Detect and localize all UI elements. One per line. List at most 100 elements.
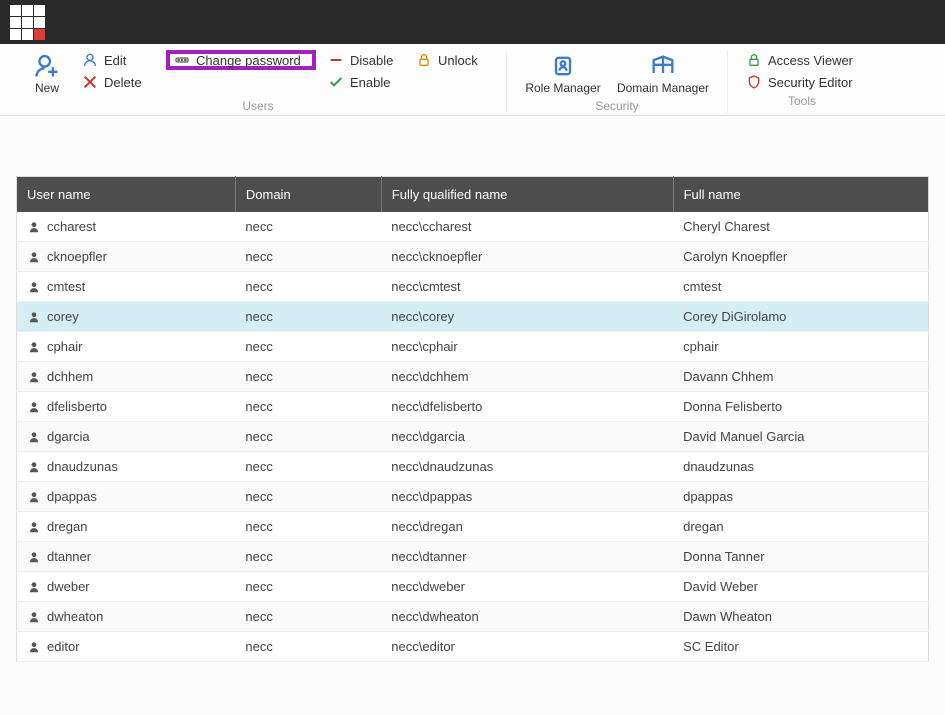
- users-table[interactable]: User name Domain Fully qualified name Fu…: [16, 176, 929, 662]
- cell-fullname: dregan: [673, 512, 928, 542]
- cell-fullname: Donna Felisberto: [673, 392, 928, 422]
- table-row[interactable]: cphairneccnecc\cphaircphair: [17, 332, 929, 362]
- cell-fqn: necc\dgarcia: [381, 422, 673, 452]
- cell-fqn: necc\dchhem: [381, 362, 673, 392]
- table-row[interactable]: dnaudzunasneccnecc\dnaudzunasdnaudzunas: [17, 452, 929, 482]
- cell-fqn: necc\dfelisberto: [381, 392, 673, 422]
- cell-fullname: dnaudzunas: [673, 452, 928, 482]
- password-icon: [174, 52, 190, 68]
- user-row-icon: [27, 370, 41, 384]
- edit-label: Edit: [104, 53, 126, 68]
- cell-username: dwheaton: [17, 602, 236, 632]
- security-editor-button[interactable]: Security Editor: [742, 72, 862, 92]
- user-row-icon: [27, 520, 41, 534]
- username-text: cknoepfler: [47, 249, 107, 264]
- cell-fqn: necc\cknoepfler: [381, 242, 673, 272]
- ribbon-group-tools-label: Tools: [738, 94, 866, 108]
- cell-username: editor: [17, 632, 236, 662]
- cell-fqn: necc\dweber: [381, 572, 673, 602]
- table-row[interactable]: dreganneccnecc\dregandregan: [17, 512, 929, 542]
- username-text: dweber: [47, 579, 90, 594]
- col-header-username[interactable]: User name: [17, 177, 236, 213]
- cell-username: cphair: [17, 332, 236, 362]
- unlock-icon: [416, 52, 432, 68]
- cell-domain: necc: [235, 242, 381, 272]
- enable-label: Enable: [350, 75, 390, 90]
- cell-username: cmtest: [17, 272, 236, 302]
- user-row-icon: [27, 280, 41, 294]
- col-header-fqn[interactable]: Fully qualified name: [381, 177, 673, 213]
- username-text: cphair: [47, 339, 82, 354]
- delete-user-button[interactable]: Delete: [78, 72, 158, 92]
- username-text: dpappas: [47, 489, 97, 504]
- user-row-icon: [27, 400, 41, 414]
- col-header-domain[interactable]: Domain: [235, 177, 381, 213]
- cell-domain: necc: [235, 632, 381, 662]
- disable-icon: [328, 52, 344, 68]
- cell-fullname: cmtest: [673, 272, 928, 302]
- domain-manager-button[interactable]: Domain Manager: [609, 50, 717, 97]
- table-row[interactable]: cmtestneccnecc\cmtestcmtest: [17, 272, 929, 302]
- username-text: dgarcia: [47, 429, 90, 444]
- cell-username: ccharest: [17, 212, 236, 242]
- cell-fullname: Corey DiGirolamo: [673, 302, 928, 332]
- edit-user-button[interactable]: Edit: [78, 50, 158, 70]
- cell-fqn: necc\cmtest: [381, 272, 673, 302]
- cell-fqn: necc\cphair: [381, 332, 673, 362]
- role-manager-button[interactable]: Role Manager: [517, 50, 609, 97]
- cell-domain: necc: [235, 452, 381, 482]
- username-text: cmtest: [47, 279, 85, 294]
- user-row-icon: [27, 310, 41, 324]
- cell-fqn: necc\dnaudzunas: [381, 452, 673, 482]
- enable-user-button[interactable]: Enable: [324, 72, 404, 92]
- table-row[interactable]: dtannerneccnecc\dtannerDonna Tanner: [17, 542, 929, 572]
- user-row-icon: [27, 610, 41, 624]
- cell-domain: necc: [235, 602, 381, 632]
- table-row[interactable]: editorneccnecc\editorSC Editor: [17, 632, 929, 662]
- role-manager-label: Role Manager: [525, 82, 600, 95]
- disable-user-button[interactable]: Disable: [324, 50, 404, 70]
- cell-fullname: Donna Tanner: [673, 542, 928, 572]
- access-viewer-button[interactable]: Access Viewer: [742, 50, 862, 70]
- app-logo-icon[interactable]: [10, 5, 45, 40]
- user-row-icon: [27, 580, 41, 594]
- col-header-fullname[interactable]: Full name: [673, 177, 928, 213]
- cell-fqn: necc\dwheaton: [381, 602, 673, 632]
- cell-domain: necc: [235, 302, 381, 332]
- table-row[interactable]: dweberneccnecc\dweberDavid Weber: [17, 572, 929, 602]
- table-row[interactable]: dpappasneccnecc\dpappasdpappas: [17, 482, 929, 512]
- cell-fullname: dpappas: [673, 482, 928, 512]
- table-row[interactable]: ccharestneccnecc\ccharestCheryl Charest: [17, 212, 929, 242]
- username-text: dnaudzunas: [47, 459, 118, 474]
- cell-fullname: Davann Chhem: [673, 362, 928, 392]
- cell-domain: necc: [235, 572, 381, 602]
- table-row[interactable]: dchhemneccnecc\dchhemDavann Chhem: [17, 362, 929, 392]
- user-row-icon: [27, 550, 41, 564]
- user-row-icon: [27, 460, 41, 474]
- cell-fullname: David Manuel Garcia: [673, 422, 928, 452]
- table-row[interactable]: coreyneccnecc\coreyCorey DiGirolamo: [17, 302, 929, 332]
- table-row[interactable]: dfelisbertoneccnecc\dfelisbertoDonna Fel…: [17, 392, 929, 422]
- cell-username: dgarcia: [17, 422, 236, 452]
- cell-domain: necc: [235, 332, 381, 362]
- cell-fullname: SC Editor: [673, 632, 928, 662]
- user-row-icon: [27, 490, 41, 504]
- cell-fqn: necc\editor: [381, 632, 673, 662]
- role-manager-icon: [549, 52, 577, 80]
- cell-fqn: necc\dregan: [381, 512, 673, 542]
- table-row[interactable]: dwheatonneccnecc\dwheatonDawn Wheaton: [17, 602, 929, 632]
- cell-fullname: Carolyn Knoepfler: [673, 242, 928, 272]
- cell-domain: necc: [235, 512, 381, 542]
- change-password-button[interactable]: Change password: [166, 50, 316, 70]
- cell-domain: necc: [235, 362, 381, 392]
- table-row[interactable]: cknoepfler neccnecc\cknoepflerCarolyn Kno…: [17, 242, 929, 272]
- ribbon-group-users-label: Users: [20, 99, 496, 113]
- access-viewer-icon: [746, 52, 762, 68]
- cell-username: corey: [17, 302, 236, 332]
- security-editor-icon: [746, 74, 762, 90]
- new-user-button[interactable]: New: [20, 50, 74, 97]
- cell-fqn: necc\dtanner: [381, 542, 673, 572]
- table-row[interactable]: dgarcianeccnecc\dgarciaDavid Manuel Garc…: [17, 422, 929, 452]
- enable-icon: [328, 74, 344, 90]
- unlock-user-button[interactable]: Unlock: [412, 50, 492, 70]
